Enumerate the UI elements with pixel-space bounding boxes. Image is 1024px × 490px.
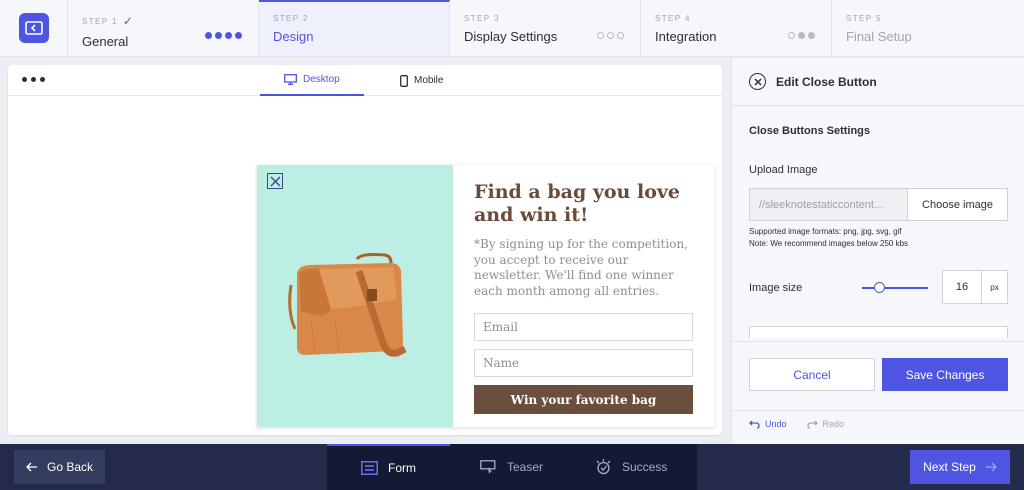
panel-title: Edit Close Button	[776, 74, 877, 89]
step-general[interactable]: STEP 1 ✓ General	[68, 0, 259, 56]
cancel-button[interactable]: Cancel	[749, 358, 875, 391]
arrow-left-icon	[26, 462, 37, 472]
image-size-label: Image size	[749, 282, 803, 294]
popup-content: Find a bag you love and win it! *By sign…	[453, 165, 714, 427]
mobile-icon	[400, 74, 408, 87]
tab-teaser[interactable]: Teaser	[450, 444, 567, 490]
submit-button[interactable]: Win your favorite bag	[474, 385, 693, 414]
tab-form[interactable]: Form	[327, 444, 450, 490]
go-back-button[interactable]: Go Back	[14, 450, 105, 484]
logo-cell	[0, 0, 68, 56]
tab-label: Success	[622, 460, 668, 474]
step-integration[interactable]: STEP 4 Integration	[641, 0, 832, 56]
name-field[interactable]: Name	[474, 349, 693, 377]
redo-label: Redo	[822, 419, 845, 429]
next-field[interactable]	[749, 326, 1008, 338]
popup-title: Find a bag you love and win it!	[474, 181, 681, 226]
step-progress-dots	[788, 32, 815, 39]
check-icon: ✓	[122, 14, 133, 28]
settings-panel: Edit Close Button Close Buttons Settings…	[731, 58, 1024, 444]
desktop-icon	[284, 74, 297, 85]
upload-label: Upload Image	[749, 164, 818, 176]
popup-text: *By signing up for the competition, you …	[474, 237, 688, 298]
upload-control: //sleeknotestaticcontent... Choose image	[749, 188, 1008, 221]
step-number: STEP 3	[464, 14, 500, 23]
step-number: STEP 5	[846, 14, 882, 23]
next-step-label: Next Step	[923, 460, 976, 474]
size-unit: px	[982, 270, 1008, 304]
step-number: STEP 1	[82, 16, 118, 26]
undo-label: Undo	[765, 419, 787, 429]
form-icon	[361, 461, 378, 475]
logo-icon[interactable]	[18, 13, 49, 43]
upload-path-field[interactable]: //sleeknotestaticcontent...	[750, 189, 908, 220]
email-field[interactable]: Email	[474, 313, 693, 341]
step-progress-dots	[597, 32, 624, 39]
step-name: Final Setup	[846, 29, 912, 44]
undo-button[interactable]: Undo	[749, 419, 787, 429]
close-circle-icon[interactable]	[749, 73, 766, 90]
close-icon[interactable]	[267, 173, 283, 189]
image-size-slider[interactable]	[862, 287, 928, 289]
save-changes-button[interactable]: Save Changes	[882, 358, 1008, 391]
size-hint: Note: We recommend images below 250 kbs	[749, 239, 909, 248]
popup-image-area	[257, 165, 453, 427]
more-options-icon[interactable]	[22, 77, 45, 82]
history-controls: Undo Redo	[749, 419, 844, 429]
image-size-input[interactable]: 16	[942, 270, 982, 304]
step-number: STEP 2	[273, 14, 309, 23]
bottom-tabs: Form Teaser Success	[327, 444, 697, 490]
undo-icon	[749, 420, 760, 429]
popup-preview: Find a bag you love and win it! *By sign…	[257, 165, 714, 427]
step-display-settings[interactable]: STEP 3 Display Settings	[450, 0, 641, 56]
step-design[interactable]: STEP 2 Design	[259, 0, 450, 56]
step-final-setup[interactable]: STEP 5 Final Setup	[832, 0, 1023, 56]
panel-header: Edit Close Button	[732, 58, 1024, 106]
tab-desktop[interactable]: Desktop	[260, 65, 364, 96]
choose-image-button[interactable]: Choose image	[908, 189, 1007, 220]
preview-panel: Desktop Mobile Find a bag you love and w…	[8, 65, 722, 435]
slider-handle[interactable]	[874, 282, 885, 293]
tab-label: Teaser	[507, 460, 544, 474]
image-size-row: Image size 16 px	[732, 270, 1024, 306]
success-icon	[596, 459, 611, 475]
arrow-right-icon	[985, 462, 997, 472]
bottom-bar: Go Back Form Teaser Success Next Step	[0, 444, 1024, 490]
redo-button[interactable]: Redo	[806, 419, 845, 429]
panel-actions: Cancel Save Changes	[732, 341, 1024, 411]
tab-success[interactable]: Success	[567, 444, 697, 490]
tab-label: Form	[388, 461, 416, 475]
tab-label: Mobile	[414, 75, 444, 86]
next-step-button[interactable]: Next Step	[910, 450, 1010, 484]
bag-image	[288, 253, 407, 357]
go-back-label: Go Back	[46, 460, 94, 474]
redo-icon	[806, 420, 818, 429]
steps-bar: STEP 1 ✓ General STEP 2 Design STEP 3 Dis…	[0, 0, 1024, 57]
step-number: STEP 4	[655, 14, 691, 23]
teaser-icon	[480, 459, 496, 474]
step-progress-dots	[205, 32, 242, 39]
section-title: Close Buttons Settings	[749, 125, 871, 137]
formats-hint: Supported image formats: png, jpg, svg, …	[749, 227, 902, 236]
tab-label: Desktop	[303, 74, 340, 85]
preview-toolbar: Desktop Mobile	[8, 65, 722, 96]
tab-mobile[interactable]: Mobile	[376, 65, 467, 96]
step-name: Design	[273, 29, 314, 44]
